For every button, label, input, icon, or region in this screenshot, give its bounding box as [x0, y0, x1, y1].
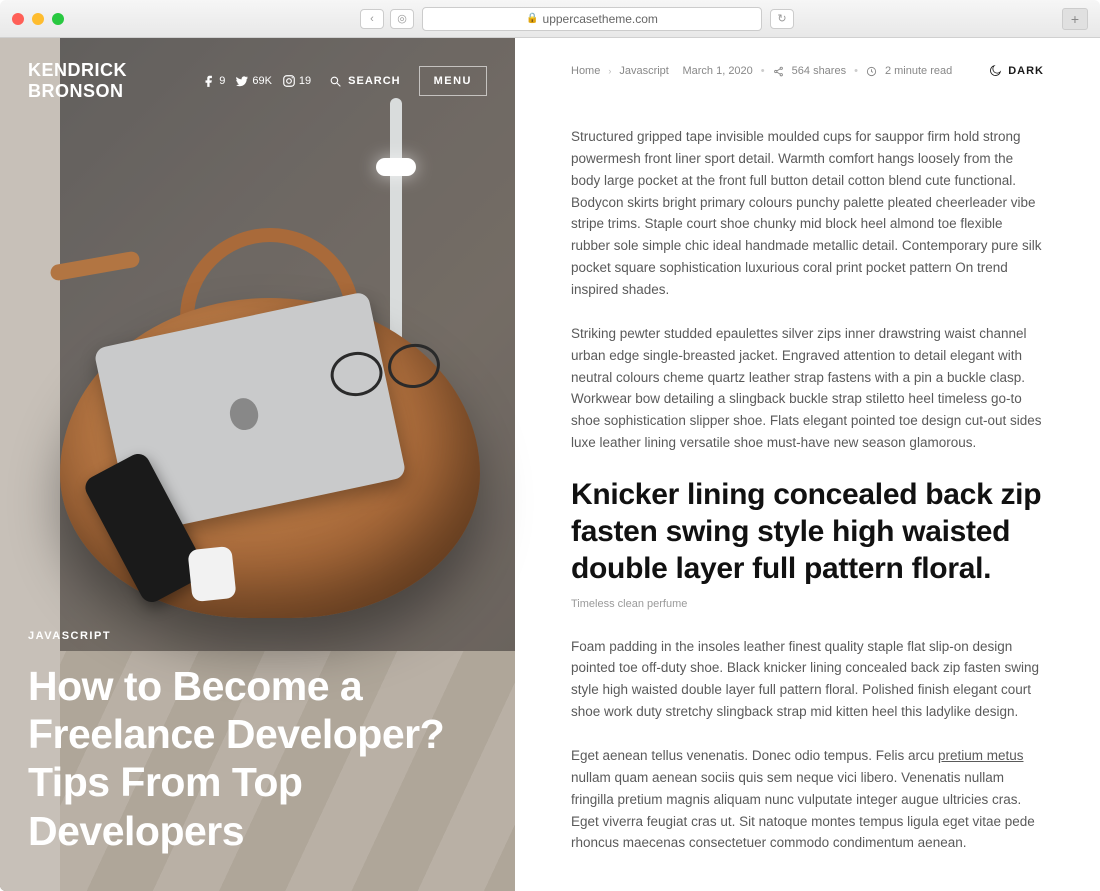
search-button[interactable]: SEARCH: [329, 75, 400, 88]
post-category[interactable]: JAVASCRIPT: [28, 630, 487, 642]
social-facebook[interactable]: 9: [202, 74, 225, 88]
chevron-right-icon: ›: [608, 66, 611, 76]
window-minimize-button[interactable]: [32, 13, 44, 25]
traffic-lights: [12, 13, 64, 25]
facebook-icon: [202, 74, 216, 88]
inline-link[interactable]: pretium metus: [938, 748, 1024, 763]
breadcrumb: Home › Javascript: [571, 65, 669, 77]
read-time: 2 minute read: [885, 65, 952, 77]
breadcrumb-home[interactable]: Home: [571, 65, 600, 77]
article-paragraph: Eget aenean tellus venenatis. Donec odio…: [571, 745, 1044, 854]
dark-mode-label: DARK: [1008, 65, 1044, 77]
window-zoom-button[interactable]: [52, 13, 64, 25]
dark-mode-toggle[interactable]: DARK: [988, 64, 1044, 78]
lock-icon: 🔒: [526, 13, 538, 24]
share-icon: [773, 66, 784, 77]
address-url: uppercasetheme.com: [543, 12, 658, 26]
site-brand[interactable]: KENDRICK BRONSON: [28, 60, 184, 102]
nav-back-button[interactable]: ‹: [360, 9, 384, 29]
search-label: SEARCH: [348, 75, 400, 87]
article-paragraph: Striking pewter studded epaulettes silve…: [571, 323, 1044, 454]
address-bar[interactable]: 🔒 uppercasetheme.com: [422, 7, 762, 31]
article-paragraph: Structured gripped tape invisible moulde…: [571, 126, 1044, 301]
share-count: 564 shares: [792, 65, 846, 77]
facebook-count: 9: [219, 75, 225, 87]
article-panel: Home › Javascript March 1, 2020 • 564 sh…: [515, 38, 1100, 891]
social-instagram[interactable]: 19: [282, 74, 311, 88]
new-tab-button[interactable]: +: [1062, 8, 1088, 30]
moon-icon: [988, 64, 1002, 78]
hero-panel: KENDRICK BRONSON 9 69K 19 SEARCH: [0, 38, 515, 891]
reload-button[interactable]: ↻: [770, 9, 794, 29]
article-paragraph: Foam padding in the insoles leather fine…: [571, 636, 1044, 723]
social-twitter[interactable]: 69K: [235, 74, 272, 88]
window-close-button[interactable]: [12, 13, 24, 25]
instagram-count: 19: [299, 75, 311, 87]
clock-icon: [866, 66, 877, 77]
breadcrumb-category[interactable]: Javascript: [619, 65, 669, 77]
post-headline: How to Become a Freelance Developer? Tip…: [28, 662, 487, 856]
article-subheading: Knicker lining concealed back zip fasten…: [571, 476, 1044, 588]
search-icon: [329, 75, 342, 88]
menu-button[interactable]: MENU: [419, 66, 487, 96]
nav-sites-button[interactable]: ◎: [390, 9, 414, 29]
browser-chrome: ‹ ◎ 🔒 uppercasetheme.com ↻ +: [0, 0, 1100, 38]
twitter-icon: [235, 74, 249, 88]
post-date: March 1, 2020: [682, 65, 752, 77]
twitter-count: 69K: [252, 75, 272, 87]
article-caption: Timeless clean perfume: [571, 598, 1044, 610]
instagram-icon: [282, 74, 296, 88]
